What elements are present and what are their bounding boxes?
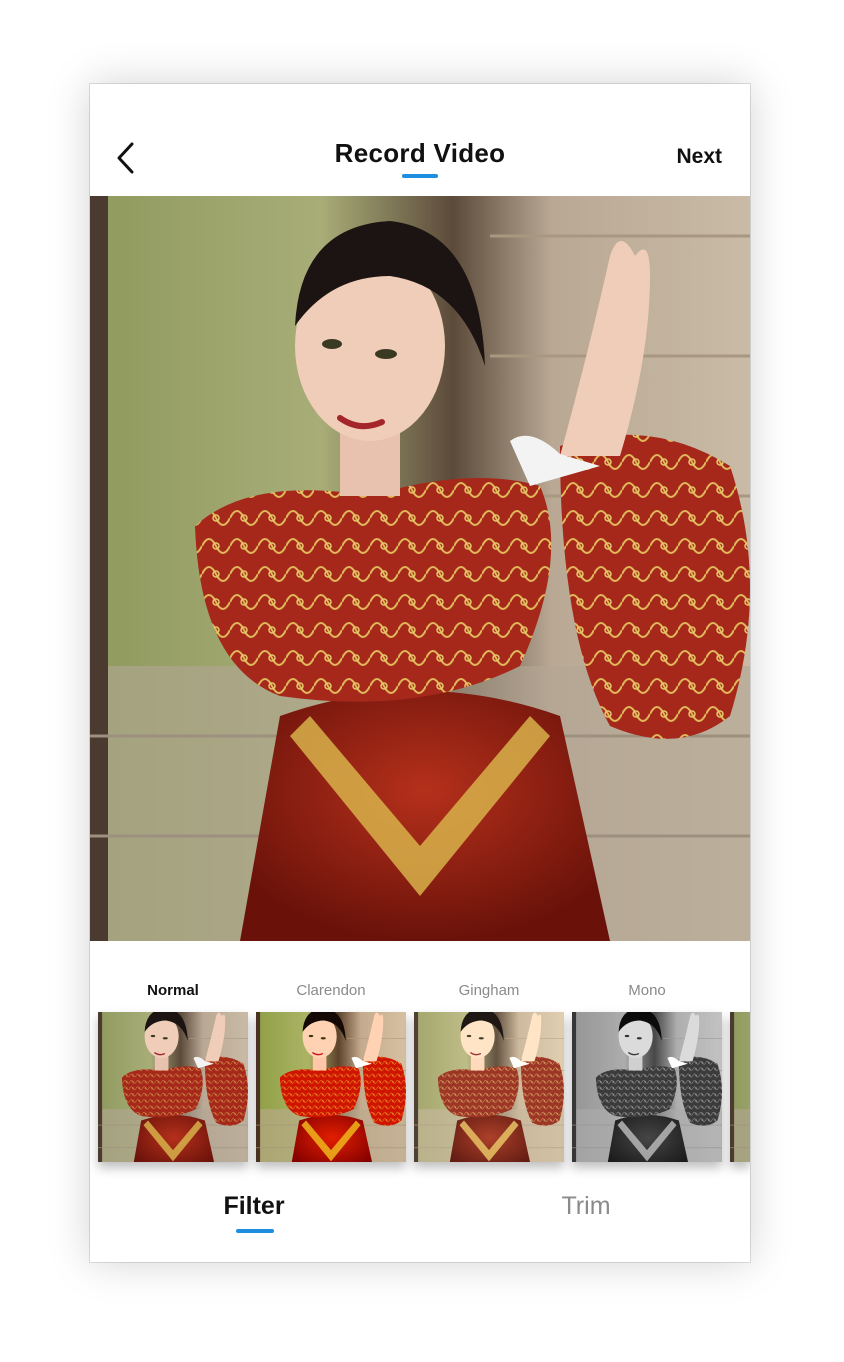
next-button[interactable]: Next [676,145,722,169]
tab-trim[interactable]: Trim [486,1192,686,1221]
tab-filter-underline [236,1229,274,1233]
filter-label-mono[interactable]: Mono [572,982,722,999]
photo-preview [90,196,750,941]
filter-label-clarendon[interactable]: Clarendon [256,982,406,999]
phone-screen: Record Video Next Normal Clarendon Gingh… [90,84,750,1262]
filter-thumb-clarendon[interactable] [256,1012,406,1162]
filter-thumb-next[interactable] [730,1012,750,1162]
filter-label-normal[interactable]: Normal [98,982,248,999]
page-title: Record Video [334,138,506,168]
header-bar: Record Video Next [90,84,750,196]
filter-thumb-gingham[interactable] [414,1012,564,1162]
filter-label-gingham[interactable]: Gingham [414,982,564,999]
title-underline [402,174,438,178]
filter-thumb-mono[interactable] [572,1012,722,1162]
tab-filter[interactable]: Filter [154,1192,354,1221]
filter-thumb-normal[interactable] [98,1012,248,1162]
